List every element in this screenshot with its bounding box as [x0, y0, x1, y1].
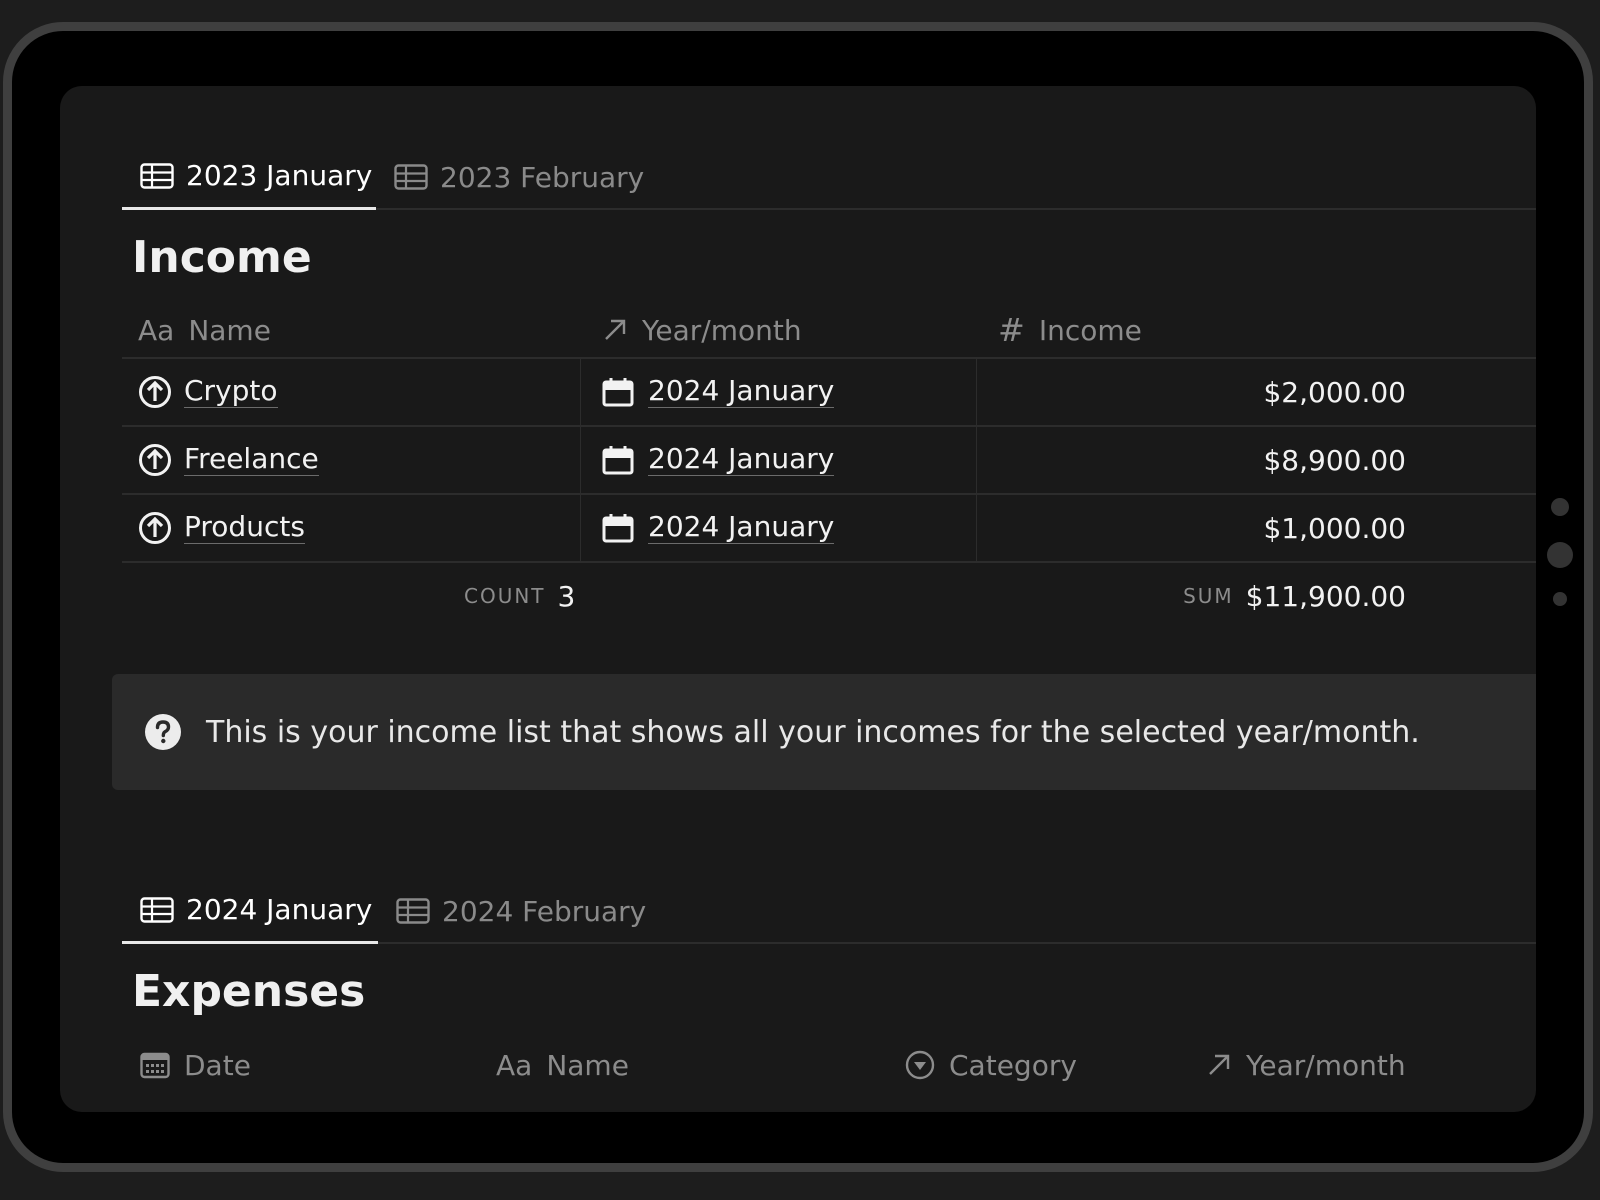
- column-header-date[interactable]: Date: [140, 1041, 251, 1089]
- sum-label: SUM: [1183, 584, 1234, 608]
- question-circle-icon: [145, 714, 181, 750]
- count-aggregation[interactable]: COUNT 3: [464, 570, 575, 622]
- column-header-label: Name: [188, 313, 271, 347]
- row-name-link[interactable]: Products: [184, 511, 305, 544]
- table-icon: [394, 164, 428, 190]
- table-icon: [396, 898, 430, 924]
- calendar-icon: [602, 514, 634, 543]
- column-header-category[interactable]: Category: [905, 1041, 1077, 1089]
- table-row-year-month-cell[interactable]: 2024 January: [602, 364, 835, 420]
- column-header-year-month[interactable]: Year/month: [602, 306, 802, 354]
- tab-label: 2023 January: [186, 159, 373, 192]
- tab-2023-february[interactable]: 2023 February: [376, 144, 662, 210]
- column-header-label: Category: [949, 1048, 1077, 1082]
- column-divider: [976, 359, 977, 561]
- callout-text: This is your income list that shows all …: [206, 714, 1420, 750]
- table-row-name-cell[interactable]: Crypto: [138, 364, 278, 420]
- sum-aggregation[interactable]: SUM $11,900.00: [1183, 570, 1406, 622]
- sum-value: $11,900.00: [1245, 579, 1406, 613]
- column-divider: [580, 359, 581, 561]
- expenses-view-tabs: 2024 January 2024 February: [122, 820, 1536, 944]
- row-divider: [122, 561, 1536, 563]
- tab-2023-january[interactable]: 2023 January: [122, 144, 376, 210]
- column-header-name[interactable]: Aa Name: [138, 306, 271, 354]
- calendar-icon: [602, 378, 634, 407]
- column-header-name[interactable]: Aa Name: [496, 1041, 629, 1089]
- row-divider: [122, 357, 1536, 359]
- column-header-year-month[interactable]: Year/month: [1206, 1041, 1406, 1089]
- row-divider: [122, 493, 1536, 495]
- relation-arrow-icon: [602, 317, 628, 343]
- count-label: COUNT: [464, 584, 546, 608]
- date-property-icon: [140, 1051, 170, 1079]
- row-name-link[interactable]: Freelance: [184, 443, 319, 476]
- select-chevron-icon: [905, 1050, 935, 1080]
- table-row-income-cell[interactable]: $2,000.00: [1263, 364, 1406, 420]
- tab-label: 2024 January: [186, 893, 373, 926]
- arrow-up-circle-icon: [139, 444, 171, 476]
- notion-page: 2023 January 2023 February Income Aa Nam…: [60, 86, 1536, 1112]
- table-row-year-month-cell[interactable]: 2024 January: [602, 500, 835, 556]
- table-row-income-cell[interactable]: $8,900.00: [1263, 432, 1406, 488]
- row-relation-link[interactable]: 2024 January: [648, 375, 835, 408]
- income-title: Income: [132, 232, 312, 283]
- row-name-link[interactable]: Crypto: [184, 375, 278, 408]
- column-header-label: Date: [184, 1048, 251, 1082]
- table-row-income-cell[interactable]: $1,000.00: [1263, 500, 1406, 556]
- arrow-up-circle-icon: [139, 376, 171, 408]
- row-relation-link[interactable]: 2024 January: [648, 511, 835, 544]
- column-header-label: Year/month: [1246, 1048, 1406, 1082]
- relation-arrow-icon: [1206, 1052, 1232, 1078]
- tab-label: 2024 February: [442, 894, 647, 928]
- text-property-icon: Aa: [496, 1048, 533, 1082]
- income-view-tabs: 2023 January 2023 February: [122, 86, 1536, 210]
- sensor-dot: [1551, 498, 1569, 516]
- expenses-title: Expenses: [132, 966, 366, 1017]
- tab-2024-february[interactable]: 2024 February: [378, 878, 664, 944]
- count-value: 3: [557, 579, 576, 613]
- table-icon: [140, 896, 174, 923]
- row-divider: [122, 425, 1536, 427]
- arrow-up-circle-icon: [139, 512, 171, 544]
- table-row-name-cell[interactable]: Freelance: [138, 432, 319, 488]
- column-header-label: Name: [546, 1048, 629, 1082]
- calendar-icon: [602, 446, 634, 475]
- column-header-income[interactable]: # Income: [998, 306, 1142, 354]
- light-sensor-dot: [1553, 592, 1567, 606]
- text-property-icon: Aa: [138, 313, 175, 347]
- table-row-year-month-cell[interactable]: 2024 January: [602, 432, 835, 488]
- row-relation-link[interactable]: 2024 January: [648, 443, 835, 476]
- camera-dot: [1547, 542, 1573, 568]
- table-icon: [140, 162, 174, 189]
- tab-label: 2023 February: [440, 160, 645, 194]
- column-header-label: Year/month: [642, 313, 802, 347]
- tab-2024-january[interactable]: 2024 January: [122, 878, 378, 944]
- number-hash-icon: #: [998, 311, 1025, 349]
- table-row-name-cell[interactable]: Products: [138, 500, 305, 556]
- column-header-label: Income: [1038, 313, 1142, 347]
- info-callout: This is your income list that shows all …: [112, 674, 1536, 790]
